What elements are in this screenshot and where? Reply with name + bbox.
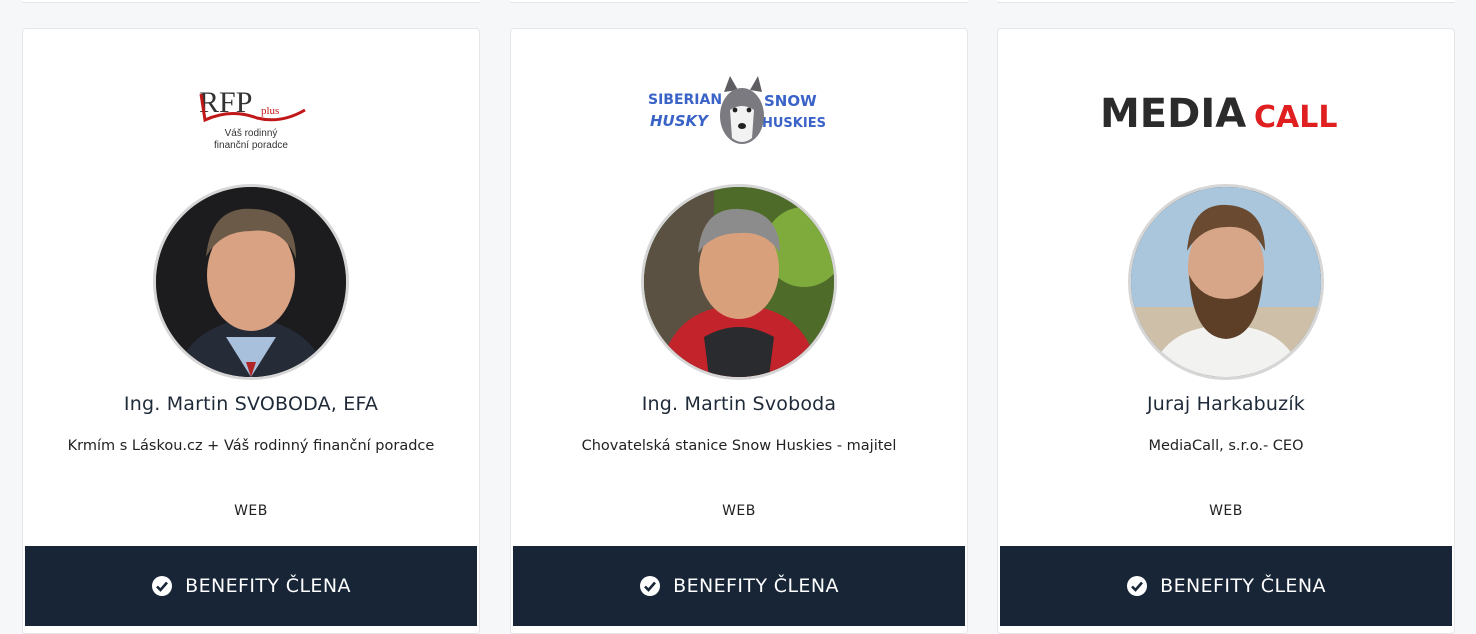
- benefits-label: BENEFITY ČLENA: [1160, 575, 1326, 597]
- member-avatar: [641, 184, 837, 380]
- web-link[interactable]: WEB: [23, 503, 479, 519]
- company-logo-rfp: RFP plus Váš rodinný finanční poradce: [23, 59, 479, 169]
- logo-line2: finanční poradce: [214, 140, 288, 151]
- member-card: RFP plus Váš rodinný finanční poradce In…: [22, 28, 480, 634]
- company-logo-snow-huskies: SIBERIAN HUSKY SNOW HUSKIES: [511, 59, 967, 169]
- logo-line1: Váš rodinný: [225, 128, 278, 139]
- logo-word-husky: HUSKY: [650, 112, 710, 130]
- benefits-label: BENEFITY ČLENA: [673, 575, 839, 597]
- member-name: Juraj Harkabuzík: [1146, 393, 1306, 415]
- company-logo-mediacall: MEDIA CALL: [998, 59, 1454, 169]
- member-card: SIBERIAN HUSKY SNOW HUSKIES Ing. Martin …: [510, 28, 968, 634]
- husky-dog-icon: [720, 76, 764, 144]
- member-avatar: [1128, 184, 1324, 380]
- member-role: Krmím s Láskou.cz + Váš rodinný finanční…: [67, 438, 435, 454]
- web-link[interactable]: WEB: [998, 503, 1454, 519]
- previous-card-bottom-3: [997, 0, 1455, 3]
- check-circle-icon: [1127, 576, 1148, 596]
- previous-card-bottom-2: [510, 0, 968, 3]
- benefits-label: BENEFITY ČLENA: [185, 575, 351, 597]
- member-name: Ing. Martin Svoboda: [641, 393, 837, 415]
- check-circle-icon: [152, 576, 173, 596]
- member-card: MEDIA CALL Juraj Harkabuzík MediaCall, s…: [997, 28, 1455, 634]
- previous-card-bottom-1: [22, 0, 480, 3]
- logo-word-siberian: SIBERIAN: [648, 92, 722, 108]
- logo-media-text: MEDIA: [1100, 91, 1246, 137]
- logo-word-snow: SNOW: [764, 92, 817, 110]
- member-benefits-button[interactable]: BENEFITY ČLENA: [1000, 546, 1452, 626]
- member-role: MediaCall, s.r.o.- CEO: [1148, 438, 1304, 454]
- member-name: Ing. Martin SVOBODA, EFA: [123, 393, 379, 415]
- member-role: Chovatelská stanice Snow Huskies - majit…: [581, 438, 897, 454]
- member-benefits-button[interactable]: BENEFITY ČLENA: [25, 546, 477, 626]
- member-benefits-button[interactable]: BENEFITY ČLENA: [513, 546, 965, 626]
- logo-plus-text: plus: [261, 105, 279, 117]
- member-avatar: [153, 184, 349, 380]
- logo-call-text: CALL: [1254, 100, 1337, 135]
- logo-word-huskies: HUSKIES: [762, 116, 826, 131]
- web-link[interactable]: WEB: [511, 503, 967, 519]
- check-circle-icon: [640, 576, 661, 596]
